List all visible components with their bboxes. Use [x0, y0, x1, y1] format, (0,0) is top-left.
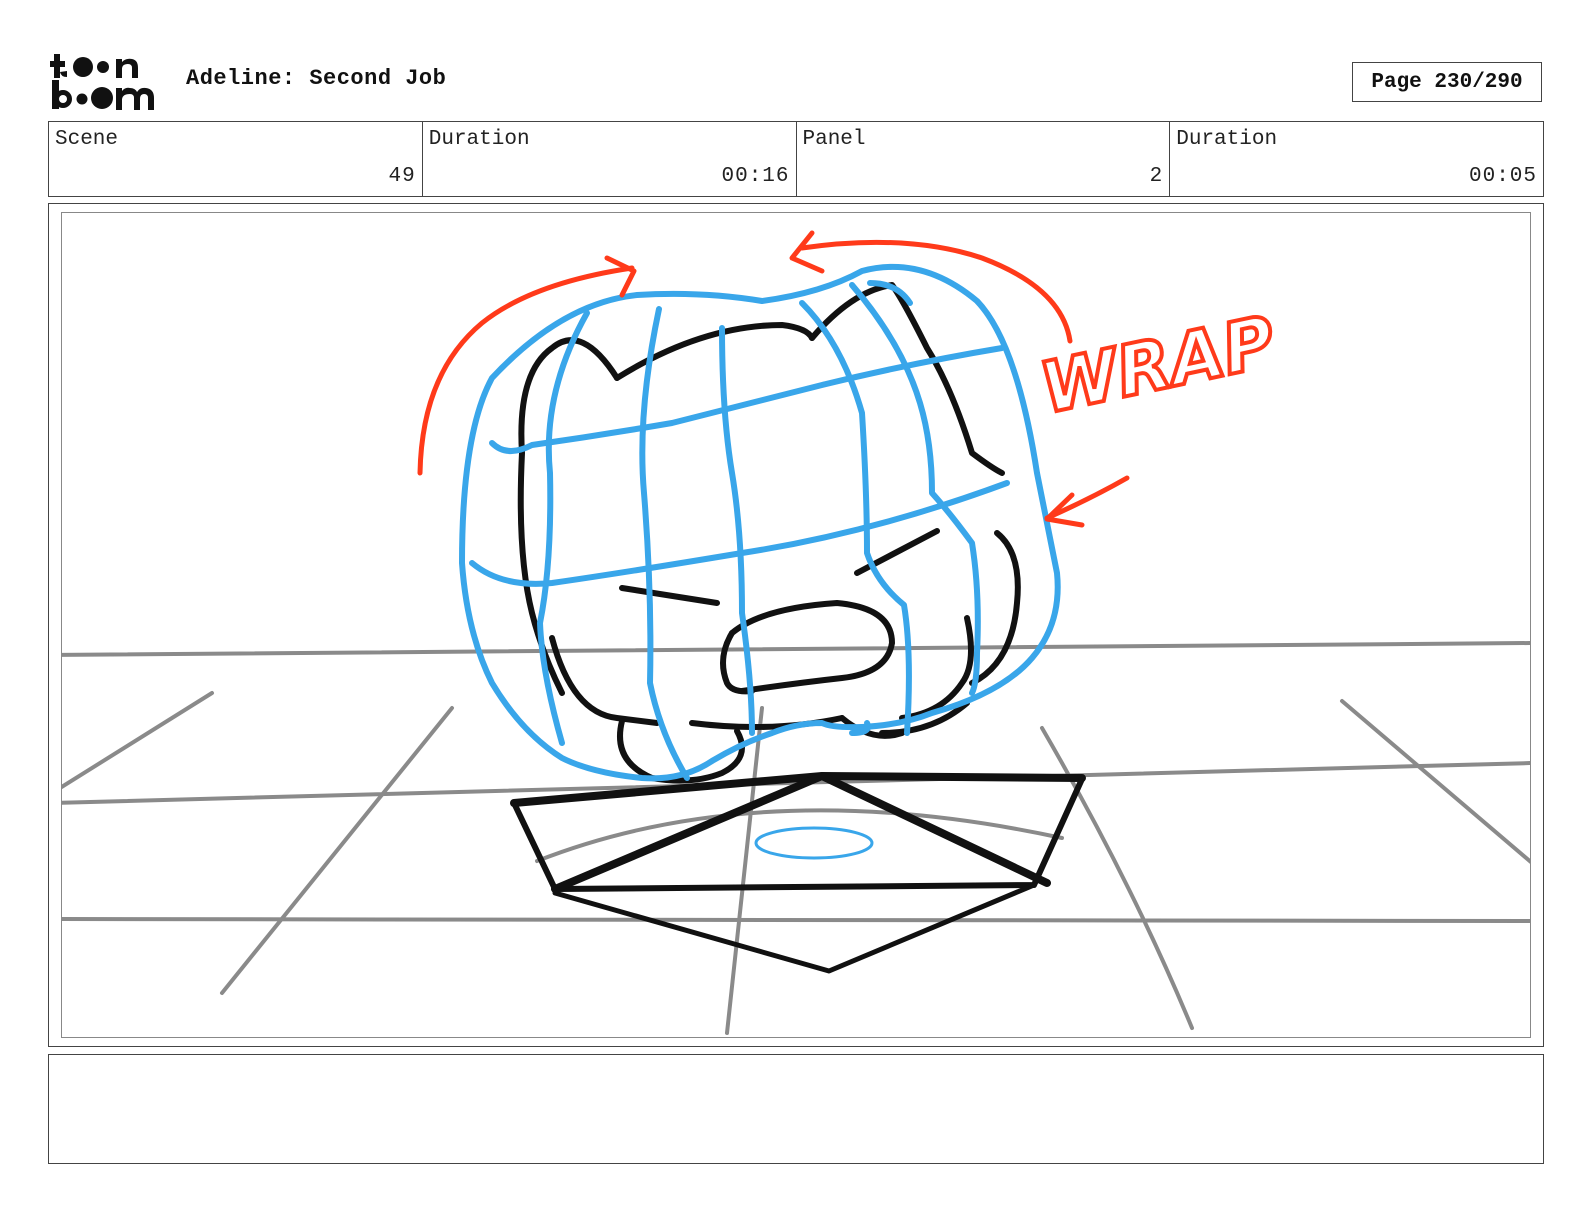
project-title: Adeline: Second Job: [186, 66, 447, 91]
scene-label: Scene: [55, 128, 119, 151]
toon-boom-logo: [50, 50, 164, 114]
panel-label: Panel: [802, 128, 866, 151]
floor-grid: [62, 641, 1530, 1035]
scene-number: 49: [388, 165, 416, 188]
panel-drawing: WRAP: [62, 230, 1530, 1035]
scene-cell: Scene 49: [49, 122, 423, 196]
panel-duration-cell: Duration 00:05: [1170, 122, 1543, 196]
panel-notes-box: [48, 1054, 1544, 1164]
construction-lines: [459, 263, 1061, 782]
scene-duration-label: Duration: [428, 128, 530, 151]
panel-cell: Panel 2: [797, 122, 1171, 196]
panel-duration-value: 00:05: [1468, 165, 1537, 188]
wrap-label: WRAP: [1033, 300, 1281, 429]
scene-duration-value: 00:16: [721, 165, 790, 188]
scene-duration-cell: Duration 00:16: [423, 122, 797, 196]
panel-safe-area: WRAP: [61, 212, 1531, 1038]
panel-number: 2: [1149, 165, 1164, 188]
page-counter: Page 230/290: [1352, 62, 1542, 102]
wrap-annotation: [417, 230, 1130, 528]
storyboard-panel: WRAP: [48, 203, 1544, 1047]
panel-duration-label: Duration: [1176, 128, 1278, 151]
panel-info-table: Scene 49 Duration 00:16 Panel 2 Duration…: [48, 121, 1544, 197]
ground-tile: [510, 772, 1086, 974]
